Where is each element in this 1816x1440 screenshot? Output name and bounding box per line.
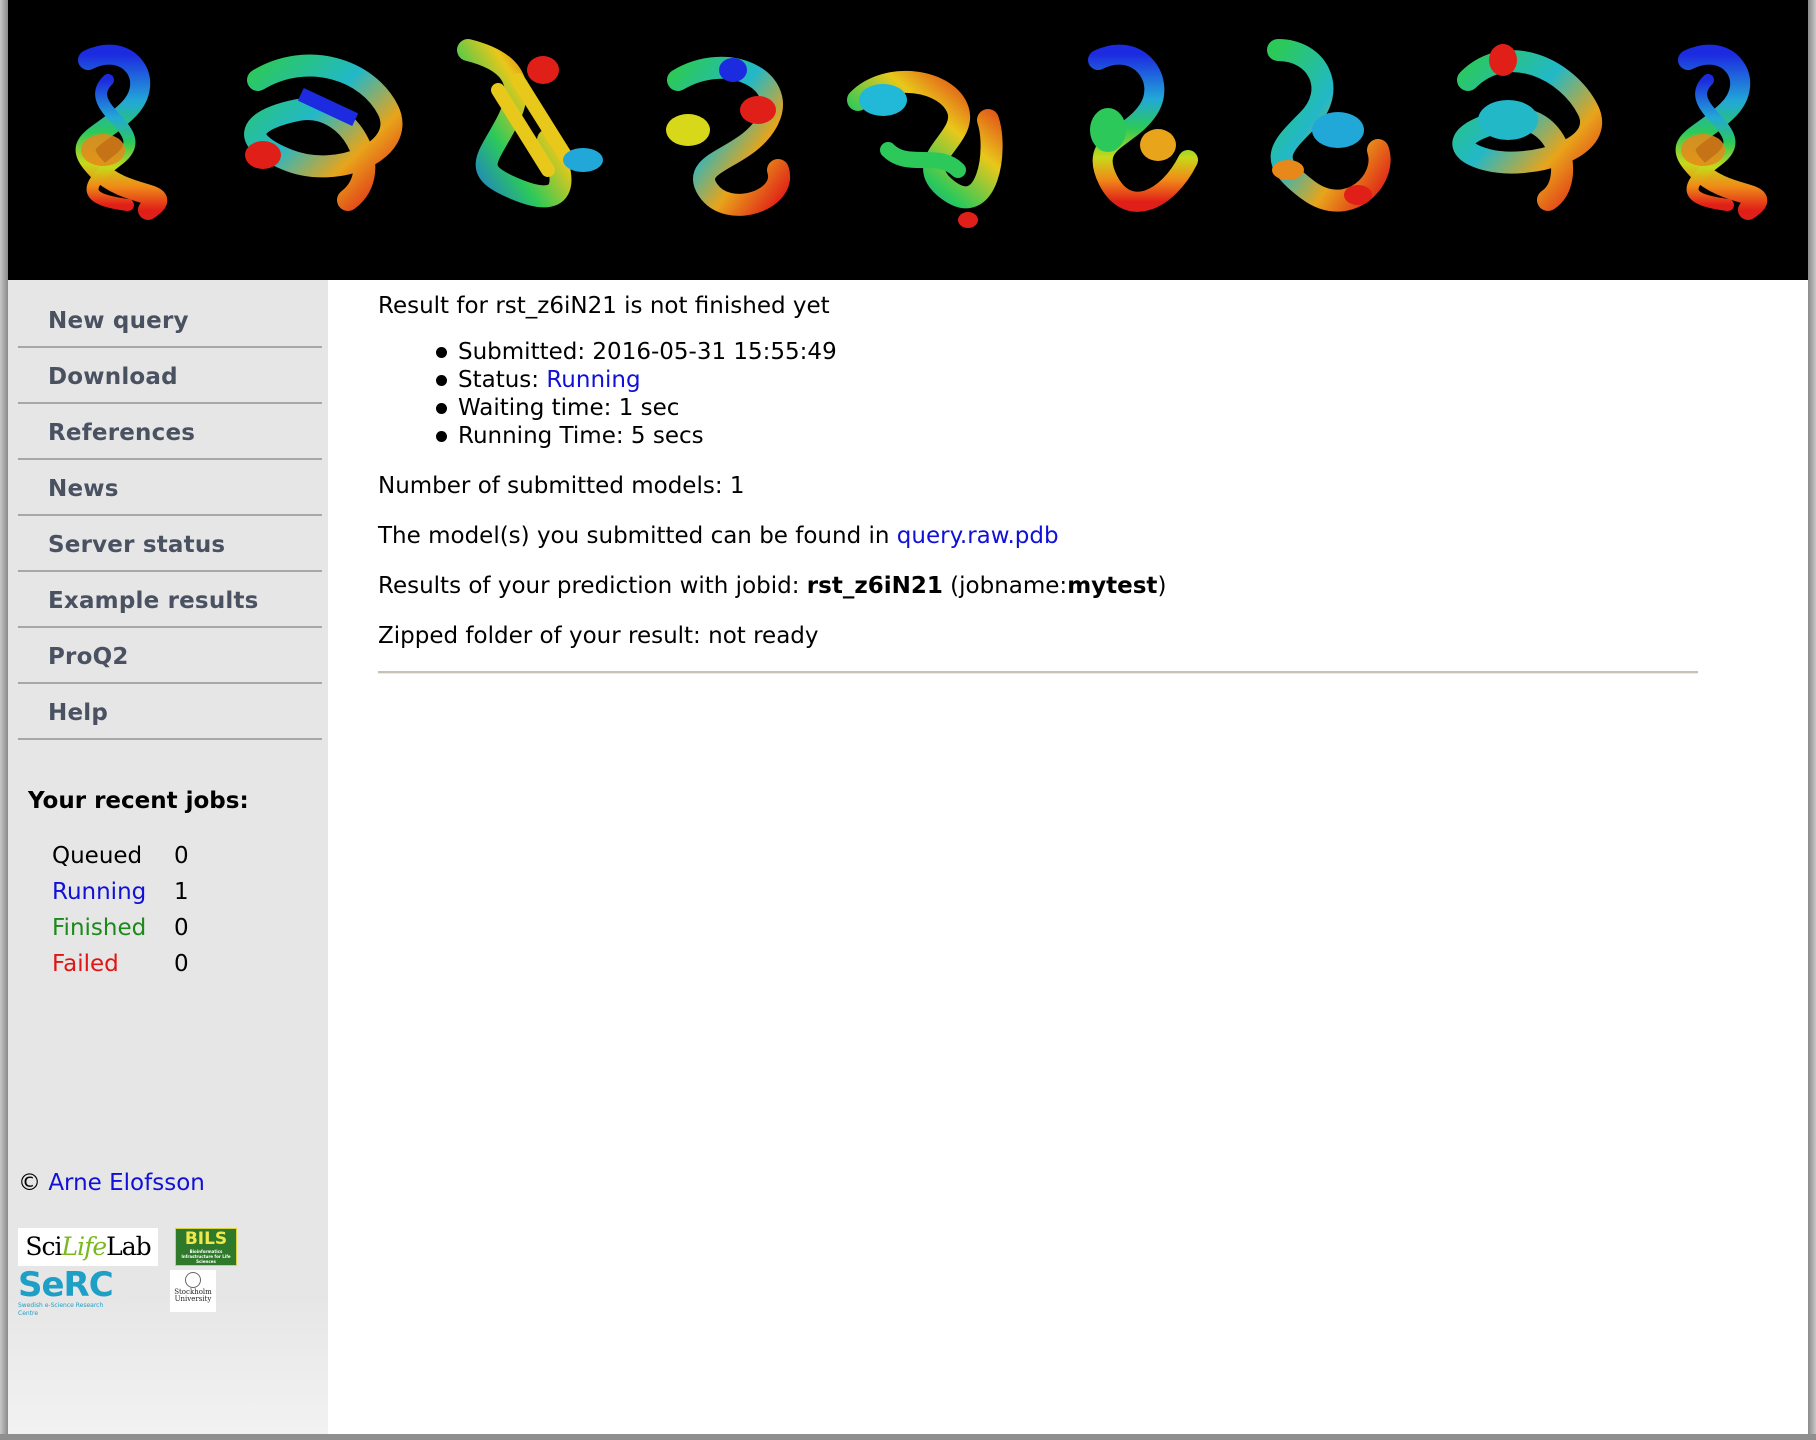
sidebar-item-new-query[interactable]: New query — [18, 292, 322, 348]
protein-banner-image — [75, 39, 1768, 228]
protein-structure-8 — [1452, 44, 1602, 211]
scilifelab-logo[interactable]: SciLifeLab — [18, 1228, 158, 1266]
model-file-link[interactable]: query.raw.pdb — [897, 523, 1059, 549]
recent-jobs-finished-count: 0 — [174, 915, 189, 941]
status-label: Status: — [458, 367, 540, 393]
recent-jobs-row-queued: Queued 0 — [52, 838, 214, 874]
university-crest-icon — [185, 1272, 201, 1288]
recent-jobs-row-failed[interactable]: Failed 0 — [52, 946, 214, 982]
recent-jobs-failed-link[interactable]: Failed — [52, 946, 174, 982]
submitted-models-line: Number of submitted models: 1 — [378, 472, 745, 500]
sidebar-item-references[interactable]: References — [18, 404, 322, 460]
sidebar-item-proq2[interactable]: ProQ2 — [18, 628, 322, 684]
zipped-folder-line: Zipped folder of your result: not ready — [378, 622, 819, 650]
scilifelab-logo-text-1: Sci — [25, 1232, 62, 1261]
recent-jobs-table: Queued 0 Running 1 Finished 0 Failed 0 — [52, 838, 214, 982]
status-item-running-time: Running Time: 5 secs — [378, 422, 837, 450]
sidebar-nav: New query Download References News Serve… — [18, 292, 322, 740]
protein-structure-6 — [1088, 44, 1198, 212]
sidebar-item-example-results[interactable]: Example results — [18, 572, 322, 628]
recent-jobs-running-link[interactable]: Running — [52, 874, 174, 910]
scilifelab-logo-text-3: Lab — [106, 1232, 152, 1261]
jobid-text: Results of your prediction with jobid: — [378, 573, 800, 599]
protein-structure-3 — [457, 39, 603, 208]
submitted-value: 2016-05-31 15:55:49 — [592, 339, 837, 365]
sidebar-link-proq2[interactable]: ProQ2 — [48, 644, 129, 670]
recent-jobs-queued-label: Queued — [52, 843, 143, 869]
recent-jobs-queued-count: 0 — [174, 843, 189, 869]
sidebar-link-example-results[interactable]: Example results — [48, 588, 259, 614]
jobname-suffix: ) — [1157, 573, 1167, 599]
jobid-value: rst_z6iN21 — [806, 573, 943, 599]
model-file-text: The model(s) you submitted can be found … — [378, 523, 890, 549]
sidebar-link-references[interactable]: References — [48, 420, 195, 446]
sidebar-item-help[interactable]: Help — [18, 684, 322, 740]
sidebar-item-download[interactable]: Download — [18, 348, 322, 404]
status-item-waiting: Waiting time: 1 sec — [378, 394, 837, 422]
protein-structure-1 — [75, 44, 168, 220]
serc-logo-text: SeRC — [18, 1265, 114, 1305]
page: New query Download References News Serve… — [8, 0, 1808, 1434]
waiting-label: Waiting time: — [458, 395, 612, 421]
submitted-models-count: 1 — [729, 473, 745, 499]
model-file-line: The model(s) you submitted can be found … — [378, 522, 1059, 550]
window-frame-bottom — [0, 1434, 1816, 1440]
stockholm-university-logo[interactable]: Stockholm University — [170, 1270, 216, 1312]
status-item-status: Status: Running — [378, 366, 837, 394]
running-time-value: 5 secs — [630, 423, 704, 449]
recent-jobs-finished-link[interactable]: Finished — [52, 910, 174, 946]
submitted-models-label: Number of submitted models: — [378, 473, 723, 499]
recent-jobs-title: Your recent jobs: — [28, 788, 249, 814]
status-value: Running — [546, 367, 641, 393]
copyright: © Arne Elofsson — [18, 1170, 205, 1196]
window-frame-left — [0, 0, 8, 1440]
scilifelab-logo-text-2: Life — [61, 1232, 107, 1261]
content-divider — [378, 671, 1698, 674]
recent-jobs-row-running[interactable]: Running 1 — [52, 874, 214, 910]
bils-logo[interactable]: BILS Bioinformatics Infrastructure for L… — [175, 1228, 237, 1266]
recent-jobs-running-count: 1 — [174, 879, 189, 905]
serc-logo[interactable]: SeRC Swedish e-Science Research Centre — [18, 1265, 122, 1317]
zipped-folder-label: Zipped folder of your result: — [378, 623, 701, 649]
author-link[interactable]: Arne Elofsson — [48, 1170, 205, 1196]
window-frame-right — [1808, 0, 1816, 1440]
protein-structure-9 — [1675, 44, 1768, 220]
sidebar-link-new-query[interactable]: New query — [48, 308, 189, 334]
protein-structure-4 — [666, 56, 790, 216]
protein-structure-5 — [847, 70, 1003, 228]
protein-structure-2 — [244, 54, 403, 211]
sidebar-link-download[interactable]: Download — [48, 364, 178, 390]
copyright-symbol: © — [18, 1170, 41, 1196]
stockholm-logo-line2: University — [174, 1295, 212, 1303]
sidebar-link-help[interactable]: Help — [48, 700, 108, 726]
zipped-folder-value: not ready — [708, 623, 819, 649]
recent-jobs-failed-count: 0 — [174, 951, 189, 977]
jobid-line: Results of your prediction with jobid: r… — [378, 572, 1166, 600]
waiting-value: 1 sec — [618, 395, 680, 421]
header-banner — [8, 0, 1808, 280]
sidebar-item-server-status[interactable]: Server status — [18, 516, 322, 572]
sidebar-link-server-status[interactable]: Server status — [48, 532, 225, 558]
job-status-list: Submitted: 2016-05-31 15:55:49 Status: R… — [378, 338, 837, 450]
status-item-submitted: Submitted: 2016-05-31 15:55:49 — [378, 338, 837, 366]
partner-logos: SciLifeLab BILS Bioinformatics Infrastru… — [18, 1228, 318, 1318]
protein-structure-7 — [1267, 39, 1391, 212]
recent-jobs-row-finished[interactable]: Finished 0 — [52, 910, 214, 946]
running-time-label: Running Time: — [458, 423, 624, 449]
result-heading: Result for rst_z6iN21 is not finished ye… — [378, 293, 830, 319]
jobname-prefix: (jobname: — [950, 573, 1068, 599]
sidebar-item-news[interactable]: News — [18, 460, 322, 516]
jobname-value: mytest — [1067, 573, 1158, 599]
bils-logo-text: BILS — [184, 1229, 228, 1249]
sidebar: New query Download References News Serve… — [8, 280, 328, 1434]
submitted-label: Submitted: — [458, 339, 586, 365]
sidebar-link-news[interactable]: News — [48, 476, 119, 502]
bils-logo-tagline: Bioinformatics Infrastructure for Life S… — [181, 1249, 231, 1264]
